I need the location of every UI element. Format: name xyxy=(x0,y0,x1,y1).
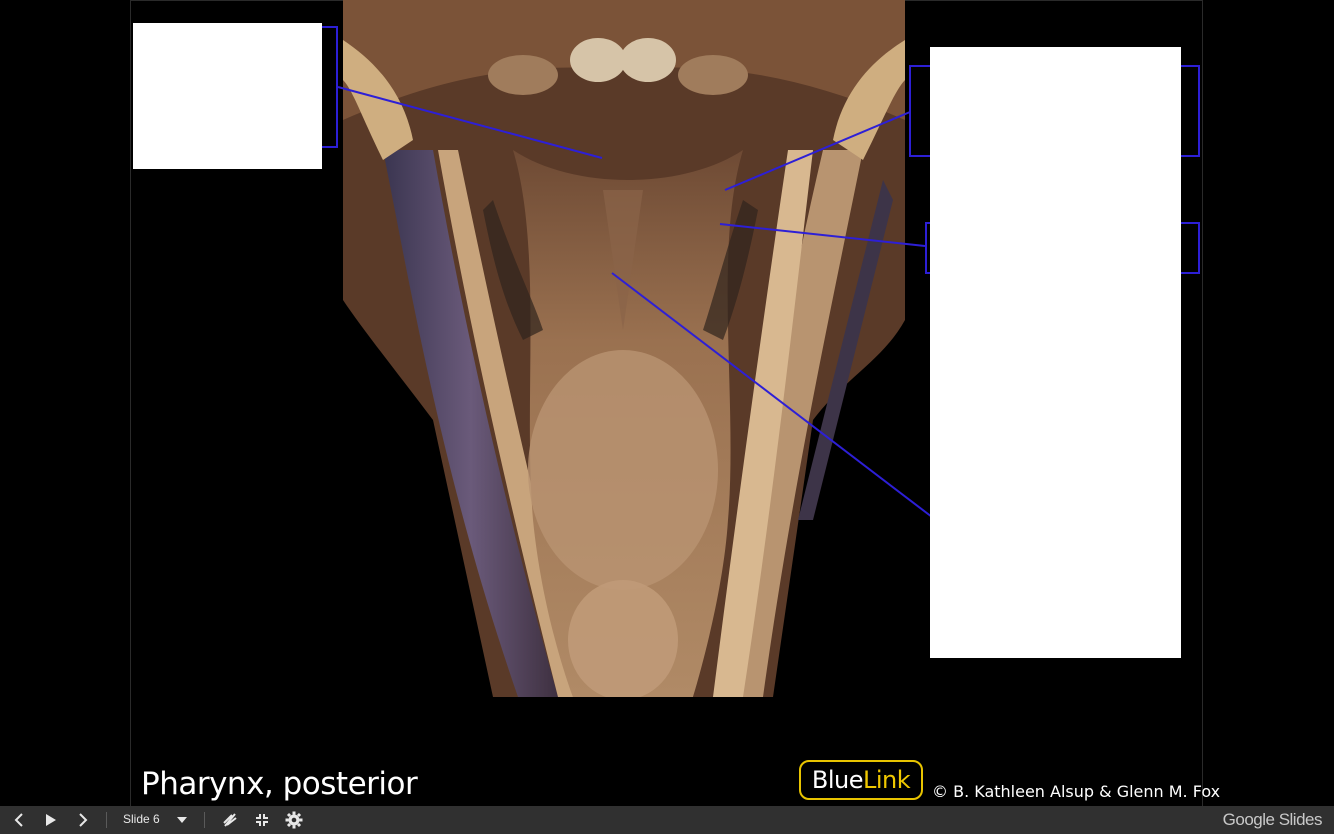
logo-text-blue: Blue xyxy=(811,766,864,794)
brand-google: Google xyxy=(1222,810,1275,829)
exit-fullscreen-button[interactable] xyxy=(252,806,272,834)
leader-line xyxy=(719,223,926,247)
play-icon xyxy=(46,814,56,826)
toolbar-divider xyxy=(204,812,205,828)
slide-picker-dropdown[interactable] xyxy=(172,806,192,834)
google-slides-brand: Google Slides xyxy=(1222,810,1323,830)
copyright-notice: © B. Kathleen Alsup & Glenn M. Fox xyxy=(932,782,1221,801)
slide-number-label[interactable]: Slide 6 xyxy=(123,812,160,826)
bluelink-logo: BlueLink xyxy=(799,760,923,800)
slide-caption: Pharynx, posterior xyxy=(141,766,418,802)
gear-icon xyxy=(285,811,303,829)
logo-text-link: Link xyxy=(862,766,911,794)
toolbar-divider xyxy=(106,812,107,828)
exit-fullscreen-icon xyxy=(256,814,268,826)
brand-slides: Slides xyxy=(1274,810,1323,829)
next-slide-button[interactable] xyxy=(72,806,94,834)
laser-pointer-icon xyxy=(223,813,237,827)
hidden-label-box[interactable] xyxy=(930,47,1181,658)
chevron-right-icon xyxy=(79,813,88,827)
presenter-toolbar: Slide 6 Google Slides xyxy=(0,806,1334,834)
leader-line xyxy=(611,272,933,518)
leader-line xyxy=(724,111,911,191)
play-button[interactable] xyxy=(40,806,62,834)
laser-pointer-button[interactable] xyxy=(220,806,240,834)
settings-button[interactable] xyxy=(283,806,305,834)
presentation-stage: Pharynx, posterior BlueLink © B. Kathlee… xyxy=(0,0,1334,806)
chevron-left-icon xyxy=(14,813,23,827)
dropdown-caret-icon xyxy=(177,817,187,823)
leader-line xyxy=(337,86,603,159)
hidden-label-box[interactable] xyxy=(133,23,322,169)
previous-slide-button[interactable] xyxy=(8,806,30,834)
